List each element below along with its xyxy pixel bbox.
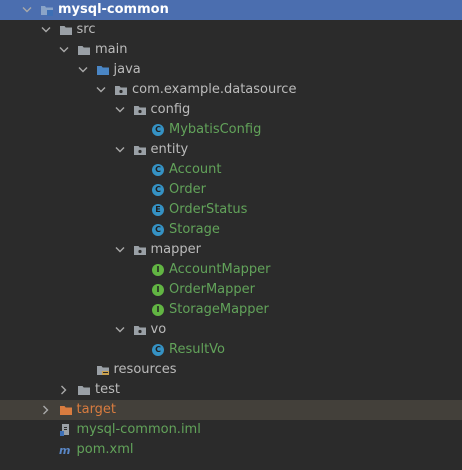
chevron-down-icon[interactable] xyxy=(41,24,51,36)
excluded-folder-icon xyxy=(59,403,73,417)
tree-row-label: mysql-common.iml xyxy=(76,422,201,437)
folder-icon xyxy=(59,23,73,37)
tree-row-accountmapper[interactable]: I AccountMapper xyxy=(0,260,462,280)
tree-row-label: OrderMapper xyxy=(169,282,255,297)
class-icon: C xyxy=(151,123,165,137)
class-icon: C xyxy=(151,163,165,177)
tree-row-label: target xyxy=(76,402,117,417)
tree-row-label: mysql-common xyxy=(58,2,169,17)
chevron-down-icon[interactable] xyxy=(59,44,69,56)
chevron-down-icon[interactable] xyxy=(78,64,88,76)
tree-row-label: ResultVo xyxy=(169,342,226,357)
tree-row-label: main xyxy=(95,42,128,57)
tree-row-label: config xyxy=(150,102,191,117)
tree-row-com-example-datasource[interactable]: com.example.datasource xyxy=(0,80,462,100)
tree-row-src[interactable]: src xyxy=(0,20,462,40)
interface-icon: I xyxy=(151,283,165,297)
tree-row-entity[interactable]: entity xyxy=(0,140,462,160)
svg-text:m: m xyxy=(59,444,70,457)
tree-row-label: resources xyxy=(113,362,177,377)
tree-row-mysql-common-iml[interactable]: mysql-common.iml xyxy=(0,420,462,440)
class-icon: C xyxy=(151,183,165,197)
resources-folder-icon xyxy=(96,363,110,377)
tree-row-orderstatus[interactable]: E OrderStatus xyxy=(0,200,462,220)
chevron-down-icon[interactable] xyxy=(115,324,125,336)
package-icon xyxy=(133,143,147,157)
tree-row-resources[interactable]: resources xyxy=(0,360,462,380)
chevron-down-icon[interactable] xyxy=(22,4,32,16)
iml-file-icon xyxy=(59,423,73,437)
tree-row-storagemapper[interactable]: I StorageMapper xyxy=(0,300,462,320)
tree-row-label: Account xyxy=(169,162,222,177)
module-folder-icon xyxy=(40,3,54,17)
chevron-down-icon[interactable] xyxy=(96,84,106,96)
interface-icon: I xyxy=(151,303,165,317)
tree-row-java[interactable]: java xyxy=(0,60,462,80)
tree-row-label: src xyxy=(76,22,96,37)
package-icon xyxy=(133,243,147,257)
tree-row-order[interactable]: C Order xyxy=(0,180,462,200)
tree-row-main[interactable]: main xyxy=(0,40,462,60)
chevron-down-icon[interactable] xyxy=(115,104,125,116)
maven-icon: m xyxy=(59,443,73,457)
tree-row-label: test xyxy=(95,382,120,397)
tree-row-label: pom.xml xyxy=(76,442,134,457)
interface-icon: I xyxy=(151,263,165,277)
chevron-down-icon[interactable] xyxy=(115,144,125,156)
tree-row-label: java xyxy=(113,62,141,77)
tree-row-label: com.example.datasource xyxy=(132,82,297,97)
tree-row-label: AccountMapper xyxy=(169,262,271,277)
chevron-right-icon[interactable] xyxy=(59,384,69,396)
tree-row-label: mapper xyxy=(150,242,201,257)
tree-row-label: Storage xyxy=(169,222,220,237)
class-icon: C xyxy=(151,343,165,357)
folder-icon xyxy=(77,43,91,57)
tree-row-vo[interactable]: vo xyxy=(0,320,462,340)
tree-row-mybatisconfig[interactable]: C MybatisConfig xyxy=(0,120,462,140)
chevron-right-icon[interactable] xyxy=(41,404,51,416)
source-folder-icon xyxy=(96,63,110,77)
tree-row-config[interactable]: config xyxy=(0,100,462,120)
tree-row-storage[interactable]: C Storage xyxy=(0,220,462,240)
package-icon xyxy=(114,83,128,97)
tree-row-label: OrderStatus xyxy=(169,202,248,217)
class-icon: C xyxy=(151,223,165,237)
tree-row-mysql-common[interactable]: mysql-common xyxy=(0,0,462,20)
tree-row-resultvo[interactable]: C ResultVo xyxy=(0,340,462,360)
package-icon xyxy=(133,103,147,117)
tree-row-test[interactable]: test xyxy=(0,380,462,400)
tree-row-pom-xml[interactable]: m pom.xml xyxy=(0,440,462,460)
folder-icon xyxy=(77,383,91,397)
tree-row-label: vo xyxy=(150,322,167,337)
tree-row-ordermapper[interactable]: I OrderMapper xyxy=(0,280,462,300)
chevron-down-icon[interactable] xyxy=(115,244,125,256)
tree-row-label: Order xyxy=(169,182,206,197)
tree-row-label: MybatisConfig xyxy=(169,122,262,137)
tree-row-label: entity xyxy=(150,142,189,157)
tree-row-mapper[interactable]: mapper xyxy=(0,240,462,260)
enum-icon: E xyxy=(151,203,165,217)
tree-row-target[interactable]: target xyxy=(0,400,462,420)
package-icon xyxy=(133,323,147,337)
tree-row-label: StorageMapper xyxy=(169,302,269,317)
tree-row-account[interactable]: C Account xyxy=(0,160,462,180)
